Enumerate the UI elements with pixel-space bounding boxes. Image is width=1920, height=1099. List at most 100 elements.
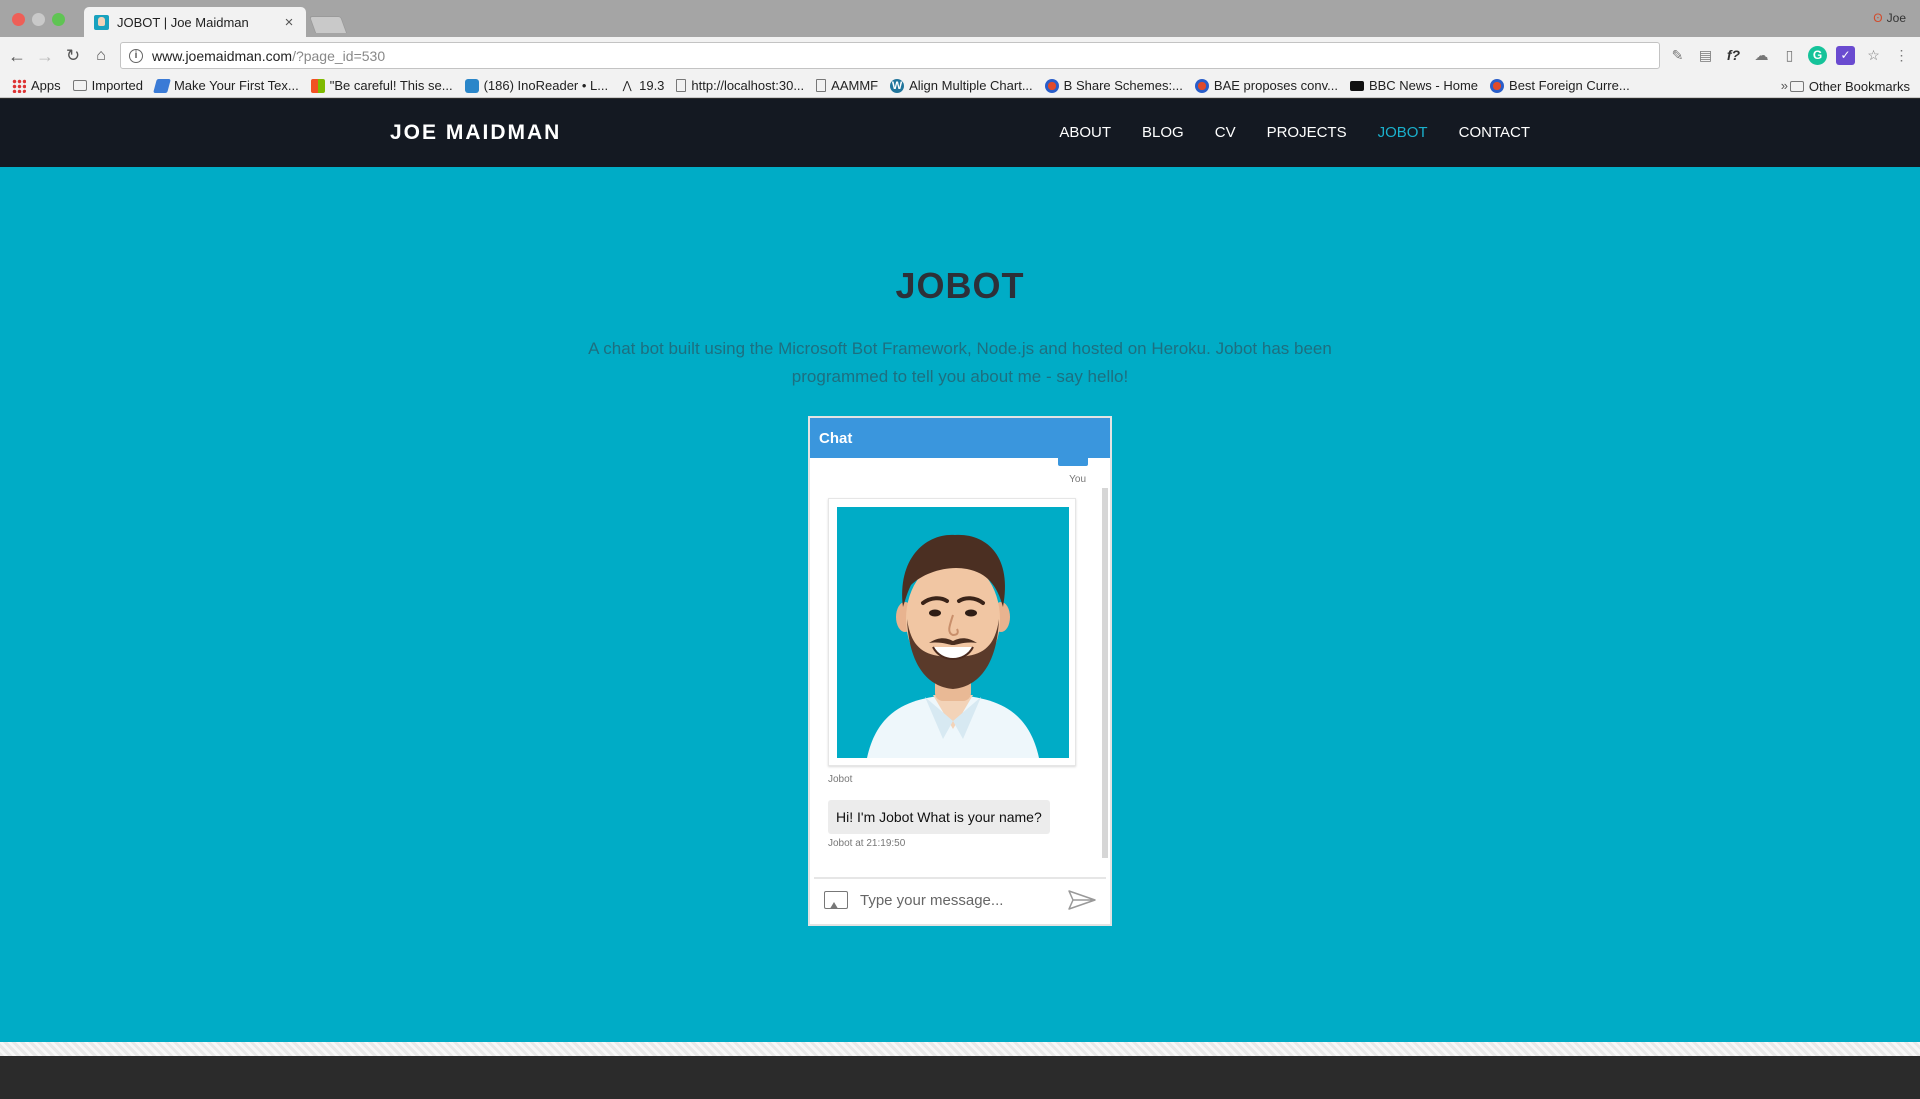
bot-message-bubble: Hi! I'm Jobot What is your name? — [828, 800, 1050, 834]
nav-item-contact[interactable]: CONTACT — [1459, 124, 1530, 141]
bookmark-label: AAMMF — [831, 78, 879, 93]
new-tab-button[interactable] — [308, 16, 348, 33]
chat-input-bar — [814, 877, 1106, 921]
bookmark-item[interactable]: AAMMF — [816, 78, 878, 93]
other-bookmarks-label: Other Bookmarks — [1808, 78, 1910, 94]
apps-icon — [12, 78, 26, 93]
bookmark-item[interactable]: http://localhost:30... — [676, 78, 804, 93]
user-label: You — [1069, 474, 1086, 485]
chat-widget: Chat You Jobot Hi! I'm Jobot What is you… — [808, 416, 1112, 926]
bookmark-item[interactable]: Apps — [12, 78, 61, 93]
bookmark-label: (186) InoReader • L... — [483, 78, 609, 93]
microsoft-icon — [310, 78, 325, 93]
home-icon[interactable]: ⌂ — [90, 45, 112, 67]
bookmark-label: Apps — [31, 78, 61, 93]
page-icon — [816, 79, 827, 92]
chat-scrollbar[interactable] — [1102, 488, 1108, 858]
footer-divider — [0, 1042, 1920, 1056]
bookmark-label: "Be careful! This se... — [329, 78, 453, 93]
bookmark-label: BAE proposes conv... — [1213, 78, 1338, 93]
site-footer — [0, 1056, 1920, 1099]
chat-header: Chat — [810, 418, 1110, 458]
menu-dots-icon[interactable]: ⋮ — [1892, 46, 1911, 65]
bookmark-icon — [153, 78, 171, 93]
bookmark-item[interactable]: ⋀ 19.3 — [620, 78, 665, 93]
profile-name: Joe — [1886, 11, 1906, 25]
inoreader-icon — [464, 78, 479, 93]
bookmark-label: Imported — [91, 78, 143, 93]
globe-icon — [1044, 78, 1059, 93]
bookmark-item[interactable]: W Align Multiple Chart... — [890, 78, 1033, 93]
nav-item-projects[interactable]: PROJECTS — [1267, 124, 1347, 141]
calendar-icon[interactable]: ▤ — [1696, 46, 1715, 65]
main-nav: ABOUT BLOG CV PROJECTS JOBOT CONTACT — [1059, 124, 1530, 141]
info-icon[interactable]: i — [129, 48, 143, 63]
bookmark-item[interactable]: BAE proposes conv... — [1194, 78, 1338, 93]
forward-arrow-icon[interactable]: → — [34, 45, 56, 67]
user-message-bubble — [1058, 458, 1088, 466]
bookmark-item[interactable]: Best Foreign Curre... — [1490, 78, 1630, 93]
message-input[interactable] — [860, 891, 1068, 909]
nav-item-jobot[interactable]: JOBOT — [1378, 124, 1428, 141]
bookmark-label: Align Multiple Chart... — [909, 78, 1033, 93]
shield-icon[interactable]: ✓ — [1836, 46, 1855, 65]
bookmark-label: 19.3 — [639, 78, 665, 93]
browser-tabstrip: JOBOT | Joe Maidman × ʘ Joe — [0, 0, 1920, 37]
bookmark-item[interactable]: "Be careful! This se... — [310, 78, 453, 93]
bookmark-icon: ⋀ — [622, 79, 632, 92]
bookmark-item[interactable]: BBC News - Home — [1349, 78, 1479, 93]
extension-icons: ✎ ▤ f? ☁ ▯ G ✓ ☆ ⋮ — [1668, 46, 1911, 65]
bookmark-item[interactable]: Imported — [72, 78, 143, 93]
address-bar[interactable]: i www.joemaidman.com/?page_id=530 — [120, 42, 1660, 69]
tab-close-icon[interactable]: × — [282, 14, 296, 31]
bot-message-timestamp: Jobot at 21:19:50 — [828, 838, 906, 849]
main-section: JOBOT A chat bot built using the Microso… — [0, 167, 1920, 1042]
bookmark-label: Best Foreign Curre... — [1509, 78, 1630, 93]
bookmark-label: http://localhost:30... — [691, 78, 805, 93]
font-icon[interactable]: f? — [1724, 46, 1743, 65]
bookmark-label: BBC News - Home — [1368, 78, 1479, 93]
star-icon[interactable]: ☆ — [1864, 46, 1883, 65]
nav-item-about[interactable]: ABOUT — [1059, 124, 1111, 141]
nav-item-blog[interactable]: BLOG — [1142, 124, 1184, 141]
bookmark-item[interactable]: B Share Schemes:... — [1044, 78, 1183, 93]
back-arrow-icon[interactable]: ← — [6, 45, 28, 67]
close-window-button[interactable] — [12, 13, 25, 26]
page-title: JOBOT — [895, 265, 1025, 306]
image-upload-icon[interactable] — [824, 891, 848, 909]
chat-history[interactable]: You Jobot Hi! I'm Jobot What is your nam… — [810, 458, 1110, 866]
avatar — [837, 507, 1069, 758]
url-host: www.joemaidman.com — [152, 47, 293, 64]
minimize-window-button[interactable] — [32, 13, 45, 26]
bookmark-label: B Share Schemes:... — [1063, 78, 1183, 93]
maximize-window-button[interactable] — [52, 13, 65, 26]
cloud-icon[interactable]: ☁ — [1752, 46, 1771, 65]
bookmarks-overflow-button[interactable]: » — [1781, 78, 1788, 93]
site-header: JOE MAIDMAN ABOUT BLOG CV PROJECTS JOBOT… — [0, 99, 1920, 167]
grammarly-icon[interactable]: G — [1808, 46, 1827, 65]
eyedropper-icon[interactable]: ✎ — [1668, 46, 1687, 65]
bookmarks-bar: Apps Imported Make Your First Tex... "Be… — [0, 74, 1920, 98]
other-bookmarks-button[interactable]: Other Bookmarks — [1789, 74, 1910, 98]
nav-item-cv[interactable]: CV — [1215, 124, 1236, 141]
document-icon[interactable]: ▯ — [1780, 46, 1799, 65]
intro-text: A chat bot built using the Microsoft Bot… — [588, 339, 1332, 386]
url-path: /?page_id=530 — [292, 47, 386, 64]
wordpress-icon: W — [890, 78, 905, 93]
send-icon[interactable] — [1068, 890, 1096, 910]
browser-tab[interactable]: JOBOT | Joe Maidman × — [84, 7, 306, 37]
bot-name-label: Jobot — [828, 774, 853, 785]
bbc-icon — [1349, 80, 1364, 91]
reload-icon[interactable]: ↻ — [62, 45, 84, 67]
site-logo[interactable]: JOE MAIDMAN — [390, 121, 561, 145]
tab-title: JOBOT | Joe Maidman — [117, 14, 249, 30]
profile-button[interactable]: ʘ Joe — [1873, 11, 1906, 25]
folder-icon — [72, 80, 87, 91]
folder-icon — [1789, 80, 1804, 92]
bookmark-item[interactable]: (186) InoReader • L... — [464, 78, 609, 93]
bot-image-card[interactable] — [828, 498, 1076, 766]
globe-icon — [1194, 78, 1209, 93]
avatar-illustration — [837, 507, 1069, 758]
page-icon — [676, 79, 687, 92]
bookmark-item[interactable]: Make Your First Tex... — [153, 78, 299, 93]
